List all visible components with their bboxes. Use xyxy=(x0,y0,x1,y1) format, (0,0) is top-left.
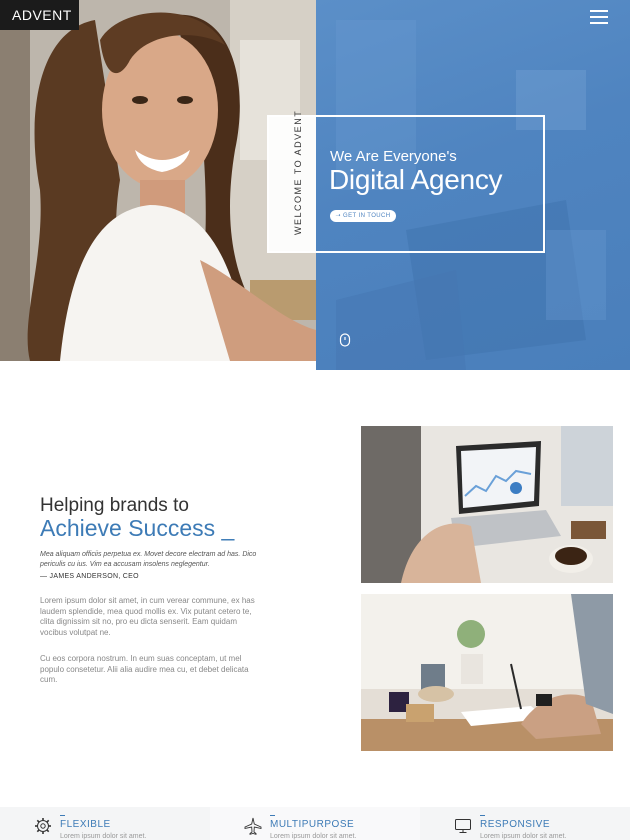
feature-dash xyxy=(480,815,485,816)
feature-title: FLEXIBLE xyxy=(60,819,111,830)
hero-subtitle: We Are Everyone's xyxy=(330,148,457,165)
about-heading-line1: Helping brands to xyxy=(40,495,189,516)
feature-dash xyxy=(60,815,65,816)
about-paragraph-2: Cu eos corpora nostrum. In eum suas conc… xyxy=(40,654,249,685)
hamburger-menu-icon[interactable] xyxy=(590,10,608,26)
mouse-scroll-icon[interactable] xyxy=(339,333,351,347)
feature-title: RESPONSIVE xyxy=(480,819,551,830)
get-in-touch-button[interactable]: ➝ GET IN TOUCH xyxy=(330,210,396,222)
feature-text: Lorem ipsum dolor sit amet. xyxy=(480,833,567,840)
monitor-icon xyxy=(455,819,471,833)
hero-section: ADVENT WELCOME TO ADVENT We Are Everyone… xyxy=(0,0,630,370)
welcome-vertical-text: WELCOME TO ADVENT xyxy=(293,109,303,235)
feature-responsive: RESPONSIVE Lorem ipsum dolor sit amet. xyxy=(420,807,630,840)
desk-writing-photo xyxy=(361,594,613,751)
hero-title: Digital Agency xyxy=(329,164,503,195)
feature-multipurpose: MULTIPURPOSE Lorem ipsum dolor sit amet. xyxy=(210,807,420,840)
about-paragraph-1: Lorem ipsum dolor sit amet, in cum verea… xyxy=(40,596,255,637)
plane-icon xyxy=(244,817,262,835)
feature-title: MULTIPURPOSE xyxy=(270,819,355,830)
feature-text: Lorem ipsum dolor sit amet. xyxy=(60,833,147,840)
about-quote: Mea aliquam officiis perpetua ex. Movet … xyxy=(40,551,257,568)
feature-dash xyxy=(270,815,275,816)
about-heading-line2: Achieve Success _ xyxy=(40,515,235,541)
gear-icon xyxy=(35,818,51,834)
feature-text: Lorem ipsum dolor sit amet. xyxy=(270,833,357,840)
laptop-work-photo xyxy=(361,426,613,583)
site-logo[interactable]: ADVENT xyxy=(0,0,79,30)
feature-flexible: FLEXIBLE Lorem ipsum dolor sit amet. xyxy=(0,807,210,840)
quote-author: — JAMES ANDERSON, CEO xyxy=(40,573,139,580)
